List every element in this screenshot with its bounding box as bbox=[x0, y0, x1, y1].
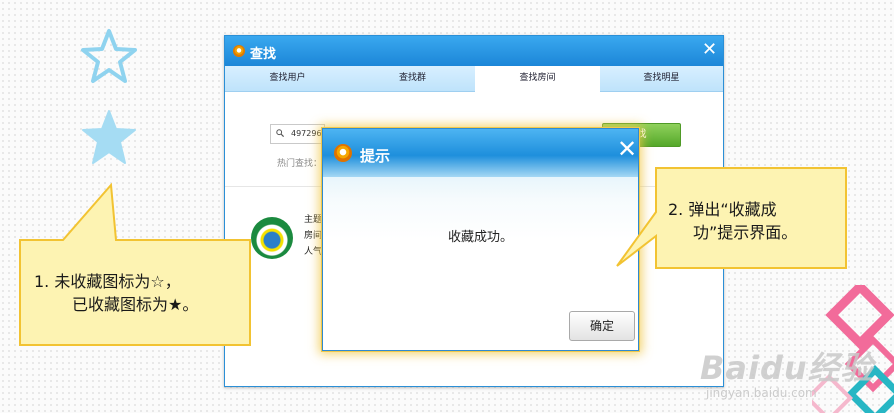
find-tabs: 查找用户 查找群 查找房间 查找明星 bbox=[225, 66, 723, 93]
callout-right-line1: 2. 弹出“收藏成 bbox=[668, 200, 777, 219]
dialog-titlebar: 提示 ✕ bbox=[323, 129, 638, 177]
tab-find-user[interactable]: 查找用户 bbox=[225, 66, 350, 92]
qq-logo-icon bbox=[334, 144, 352, 162]
room-popularity-label: 人气 bbox=[304, 247, 323, 257]
callout-left-bubble bbox=[19, 183, 251, 346]
dialog-message: 收藏成功。 bbox=[447, 230, 513, 245]
search-icon bbox=[276, 129, 284, 137]
room-id-label: 房间 bbox=[304, 231, 323, 241]
callout-right-line2: 功”提示界面。 bbox=[693, 223, 798, 242]
callout-left-line1: 1. 未收藏图标为☆， bbox=[34, 272, 181, 291]
tab-find-group[interactable]: 查找群 bbox=[350, 66, 475, 92]
star-filled-icon bbox=[82, 110, 136, 164]
qq-logo-icon bbox=[233, 45, 245, 57]
star-outline-icon bbox=[81, 29, 137, 83]
search-value: 497296 bbox=[291, 129, 322, 138]
room-topic-label: 主题 bbox=[304, 215, 323, 225]
watermark-url: jingyan.baidu.com bbox=[706, 386, 817, 400]
search-input[interactable]: 497296 bbox=[270, 124, 325, 144]
prompt-dialog: 提示 ✕ 收藏成功。 确定 bbox=[322, 128, 639, 351]
close-icon[interactable]: ✕ bbox=[617, 135, 637, 163]
dialog-title: 提示 bbox=[360, 147, 391, 165]
close-icon[interactable]: ✕ bbox=[702, 39, 717, 60]
find-titlebar: 查找 ✕ bbox=[225, 36, 723, 66]
hot-search-label: 热门查找： bbox=[277, 159, 323, 169]
tab-find-room[interactable]: 查找房间 bbox=[475, 66, 600, 93]
room-avatar[interactable] bbox=[251, 217, 293, 259]
find-window-title: 查找 bbox=[250, 47, 277, 62]
watermark-logo: Baidu经验 bbox=[700, 349, 874, 387]
callout-left-line2: 已收藏图标为★。 bbox=[72, 295, 199, 314]
ok-button[interactable]: 确定 bbox=[569, 311, 635, 341]
tab-find-star[interactable]: 查找明星 bbox=[600, 66, 723, 92]
